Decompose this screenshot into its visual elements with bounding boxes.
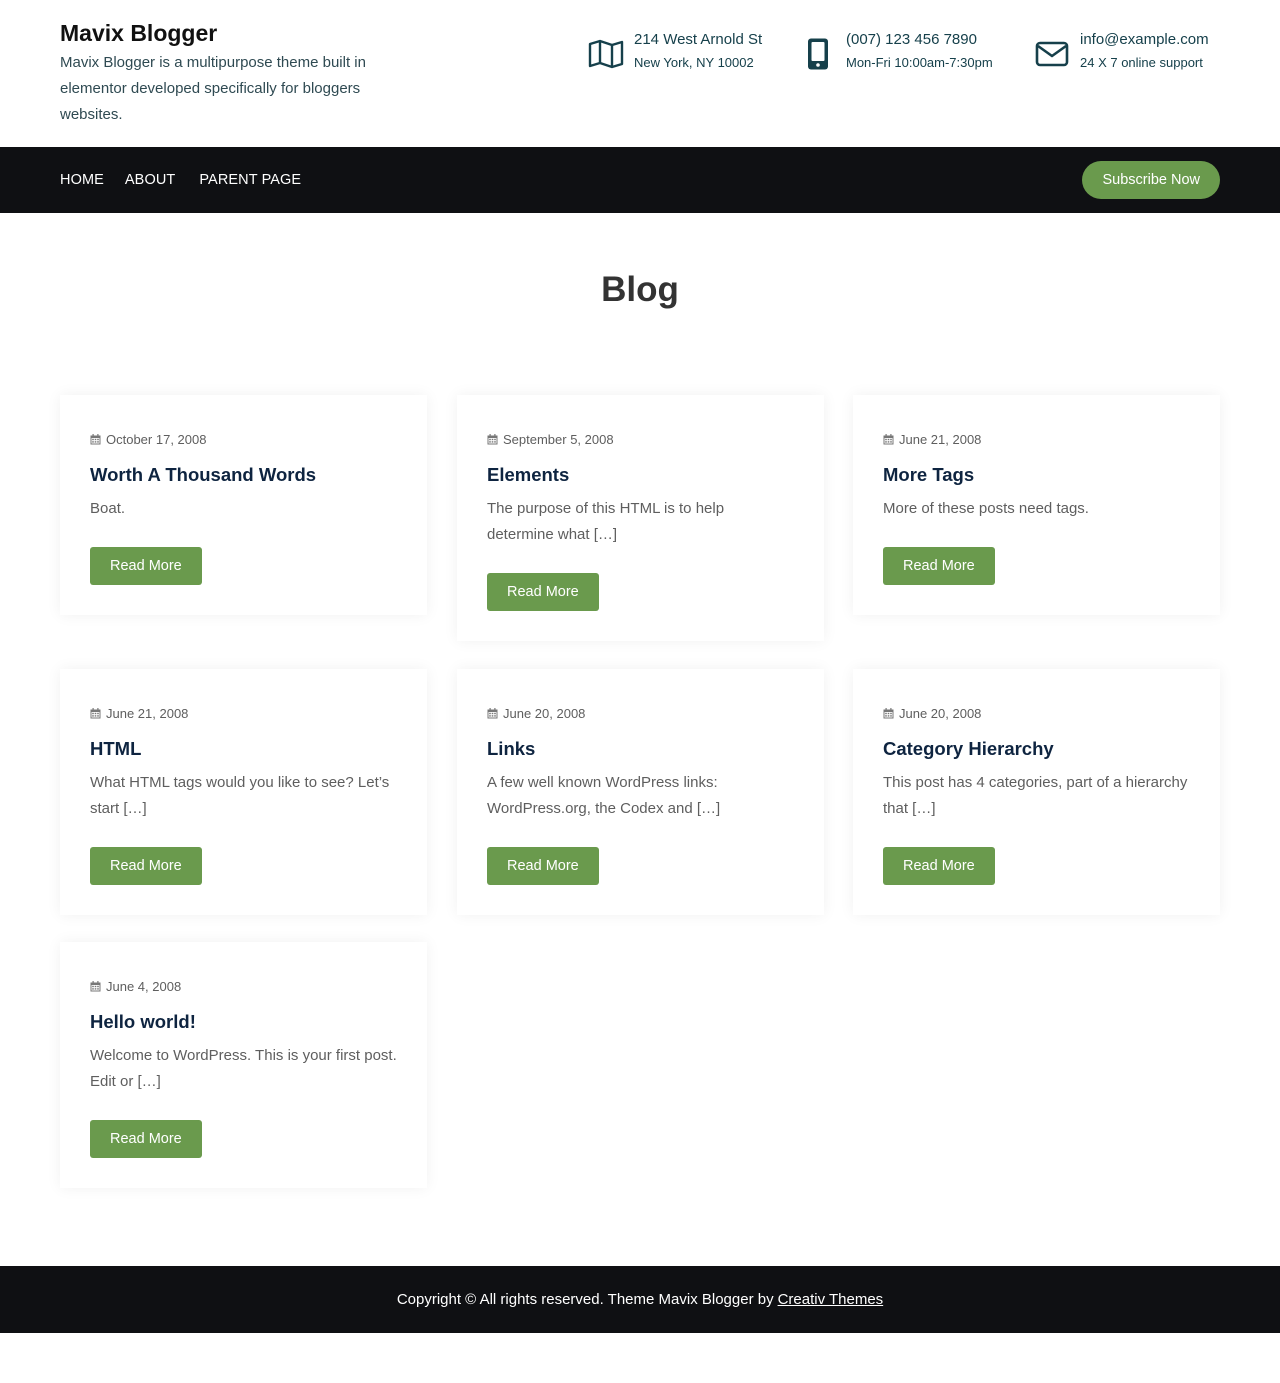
post-date-text[interactable]: September 5, 2008 xyxy=(503,432,614,447)
read-more-button[interactable]: Read More xyxy=(883,547,995,585)
post-date: June 21, 2008 xyxy=(883,431,1190,447)
post-title[interactable]: Worth A Thousand Words xyxy=(90,463,397,487)
post-excerpt: Welcome to WordPress. This is your first… xyxy=(90,1047,397,1090)
post-excerpt: A few well known WordPress links: WordPr… xyxy=(487,774,721,817)
site-title[interactable]: Mavix Blogger xyxy=(60,18,400,48)
post-title[interactable]: Category Hierarchy xyxy=(883,737,1190,761)
post-card: June 21, 2008 HTML What HTML tags would … xyxy=(60,669,427,915)
email-address[interactable]: info@example.com xyxy=(1080,30,1209,50)
post-card: June 21, 2008 More Tags More of these po… xyxy=(853,395,1220,615)
email-support: 24 X 7 online support xyxy=(1080,55,1203,70)
contact-phone: (007) 123 456 7890 Mon-Fri 10:00am-7:30p… xyxy=(800,30,993,72)
site-description: Mavix Blogger is a multipurpose theme bu… xyxy=(60,54,366,123)
post-date: October 17, 2008 xyxy=(90,431,397,447)
post-title[interactable]: HTML xyxy=(90,737,397,761)
address-line: 214 West Arnold St xyxy=(634,31,763,48)
map-icon xyxy=(588,36,624,72)
calendar-icon xyxy=(90,707,101,718)
address-city: New York, NY 10002 xyxy=(634,55,754,70)
copyright-text: Copyright © All rights reserved. Theme M… xyxy=(396,1291,774,1308)
post-date: June 20, 2008 xyxy=(883,705,1190,721)
post-title[interactable]: Elements xyxy=(487,463,794,487)
page-title: Blog xyxy=(601,270,679,309)
contact-address: 214 West Arnold St New York, NY 10002 xyxy=(588,30,762,72)
main-nav: HOME ABOUT PARENT PAGE Subscribe Now xyxy=(0,147,1280,213)
read-more-button[interactable]: Read More xyxy=(90,847,202,885)
post-date-text[interactable]: June 20, 2008 xyxy=(899,706,981,721)
mail-icon xyxy=(1034,36,1070,72)
read-more-button[interactable]: Read More xyxy=(90,1120,202,1158)
post-date-text[interactable]: October 17, 2008 xyxy=(106,432,206,447)
site-footer: Copyright © All rights reserved. Theme M… xyxy=(0,1266,1280,1333)
nav-item-parent-page[interactable]: PARENT PAGE xyxy=(199,172,301,188)
phone-icon xyxy=(800,36,836,72)
post-date-text[interactable]: June 21, 2008 xyxy=(106,706,188,721)
post-title[interactable]: Links xyxy=(487,737,794,761)
read-more-button[interactable]: Read More xyxy=(487,573,599,611)
post-title[interactable]: Hello world! xyxy=(90,1010,397,1034)
calendar-icon xyxy=(90,980,101,991)
post-date-text[interactable]: June 4, 2008 xyxy=(106,979,181,994)
subscribe-button[interactable]: Subscribe Now xyxy=(1082,161,1220,199)
read-more-button[interactable]: Read More xyxy=(883,847,995,885)
post-date: June 20, 2008 xyxy=(487,705,794,721)
phone-number[interactable]: (007) 123 456 7890 xyxy=(846,30,993,50)
post-date-text[interactable]: June 21, 2008 xyxy=(899,432,981,447)
contact-email: info@example.com 24 X 7 online support xyxy=(1034,30,1209,72)
post-title[interactable]: More Tags xyxy=(883,463,1190,487)
calendar-icon xyxy=(883,707,894,718)
site-header: Mavix Blogger Mavix Blogger is a multipu… xyxy=(0,0,1280,147)
calendar-icon xyxy=(883,433,894,444)
calendar-icon xyxy=(487,433,498,444)
footer-credit-link[interactable]: Creativ Themes xyxy=(778,1291,884,1308)
post-excerpt: More of these posts need tags. xyxy=(883,500,1089,517)
calendar-icon xyxy=(487,707,498,718)
post-card: September 5, 2008 Elements The purpose o… xyxy=(457,395,824,641)
post-excerpt: The purpose of this HTML is to help dete… xyxy=(487,500,725,543)
post-date: June 21, 2008 xyxy=(90,705,397,721)
nav-item-about[interactable]: ABOUT xyxy=(125,172,175,188)
post-date: September 5, 2008 xyxy=(487,431,794,447)
post-excerpt: This post has 4 categories, part of a hi… xyxy=(883,774,1188,817)
post-date-text[interactable]: June 20, 2008 xyxy=(503,706,585,721)
post-excerpt: What HTML tags would you like to see? Le… xyxy=(90,774,390,817)
read-more-button[interactable]: Read More xyxy=(90,547,202,585)
post-card: June 20, 2008 Category Hierarchy This po… xyxy=(853,669,1220,915)
post-card: June 4, 2008 Hello world! Welcome to Wor… xyxy=(60,942,427,1188)
post-date: June 4, 2008 xyxy=(90,978,397,994)
brand: Mavix Blogger Mavix Blogger is a multipu… xyxy=(60,18,400,128)
read-more-button[interactable]: Read More xyxy=(487,847,599,885)
post-excerpt: Boat. xyxy=(90,500,126,517)
nav-item-home[interactable]: HOME xyxy=(60,172,104,188)
phone-hours: Mon-Fri 10:00am-7:30pm xyxy=(846,55,993,70)
post-card: June 20, 2008 Links A few well known Wor… xyxy=(457,669,824,915)
nav-links: HOME ABOUT PARENT PAGE xyxy=(60,147,322,213)
post-card: October 17, 2008 Worth A Thousand Words … xyxy=(60,395,427,615)
calendar-icon xyxy=(90,433,101,444)
